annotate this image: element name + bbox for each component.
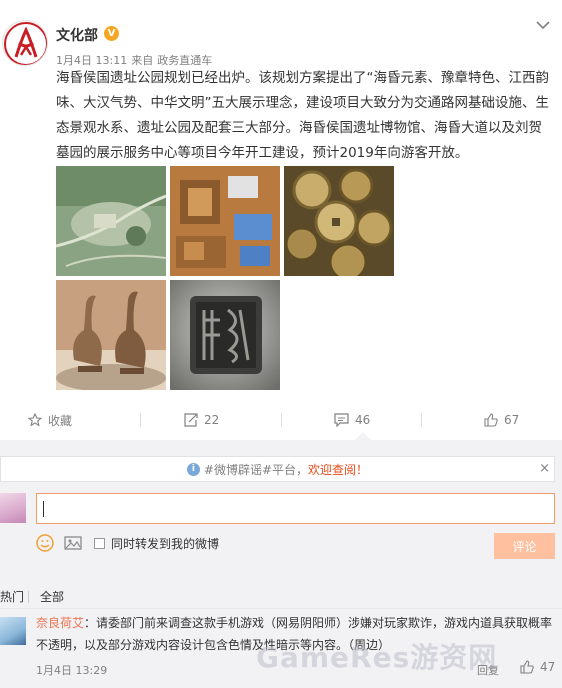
avatar[interactable] bbox=[2, 20, 48, 66]
verified-badge-icon: V bbox=[104, 26, 119, 41]
notice-text: #微博辟谣#平台， bbox=[203, 462, 309, 477]
like-count: 67 bbox=[504, 413, 520, 427]
close-icon[interactable]: × bbox=[539, 461, 550, 476]
reply-button[interactable]: 回复 bbox=[477, 662, 499, 678]
commenter-avatar[interactable] bbox=[0, 617, 26, 645]
bronze-goose-lamps-photo[interactable] bbox=[56, 280, 166, 390]
comment-pointer bbox=[355, 432, 371, 440]
commenter-name[interactable]: 奈良荷艾 bbox=[36, 616, 84, 630]
post-text: 海昏侯国遗址公园规划已经出炉。该规划方案提出了“海昏元素、豫章特色、江西韵味、大… bbox=[56, 70, 549, 161]
comment-time: 1月4日 13:29 bbox=[36, 664, 108, 677]
repost-button[interactable]: 22 bbox=[183, 405, 219, 435]
emoji-icon[interactable] bbox=[36, 534, 54, 552]
divider bbox=[0, 608, 562, 609]
repost-checkbox[interactable] bbox=[94, 537, 105, 549]
repost-checkbox-label: 同时转发到我的微博 bbox=[111, 536, 220, 551]
info-icon: i bbox=[186, 462, 200, 476]
tab-hot[interactable]: 热门 bbox=[0, 588, 24, 605]
action-bar: 收藏 22 46 67 bbox=[0, 405, 562, 435]
comment-input[interactable] bbox=[36, 493, 555, 524]
comment-separator: ： bbox=[84, 616, 97, 630]
repost-icon bbox=[184, 413, 198, 427]
excavation-site-photo[interactable] bbox=[170, 166, 280, 276]
comment-icon bbox=[334, 413, 349, 427]
aerial-landscape-photo[interactable] bbox=[56, 166, 166, 276]
gold-coins-photo[interactable] bbox=[284, 166, 394, 276]
comment-text: 请委部门前来调查这款手机游戏（网易阴阳师）涉嫌对玩家欺诈，游戏内道具获取概率不透… bbox=[36, 616, 553, 652]
my-avatar[interactable] bbox=[0, 493, 26, 523]
text-caret bbox=[43, 501, 44, 517]
star-icon bbox=[28, 413, 42, 427]
comment-like-count: 47 bbox=[540, 660, 556, 674]
thumbs-up-icon bbox=[484, 413, 498, 427]
submit-comment-button[interactable]: 评论 bbox=[494, 533, 555, 559]
ministry-logo-icon bbox=[4, 22, 47, 65]
comment-count: 46 bbox=[355, 413, 371, 427]
image-icon[interactable] bbox=[64, 535, 82, 551]
favorite-button[interactable]: 收藏 bbox=[28, 405, 72, 435]
notice-link[interactable]: 欢迎查阅！ bbox=[308, 461, 368, 478]
chevron-down-icon[interactable] bbox=[536, 18, 550, 34]
tab-all[interactable]: 全部 bbox=[40, 588, 64, 605]
like-button[interactable]: 67 bbox=[484, 405, 519, 435]
repost-count: 22 bbox=[204, 413, 220, 427]
username[interactable]: 文化部 bbox=[56, 25, 98, 45]
comment-body: 奈良荷艾：请委部门前来调查这款手机游戏（网易阴阳师）涉嫌对玩家欺诈，游戏内道具获… bbox=[36, 612, 556, 656]
composer-tools: 同时转发到我的微博 bbox=[36, 533, 219, 553]
comment-button[interactable]: 46 bbox=[334, 405, 370, 435]
weibo-post: 文化部 V 1月4日 13:11 来自 政务直通车 海昏侯国遗址公园规划已经出炉。该… bbox=[0, 0, 562, 402]
thumbs-up-icon bbox=[520, 660, 534, 674]
jade-seal-photo[interactable] bbox=[170, 280, 280, 390]
comment-like-button[interactable]: 47 bbox=[520, 660, 555, 674]
favorite-label: 收藏 bbox=[48, 413, 73, 428]
rumor-notice: i #微博辟谣#平台， 欢迎查阅！ bbox=[0, 456, 555, 482]
